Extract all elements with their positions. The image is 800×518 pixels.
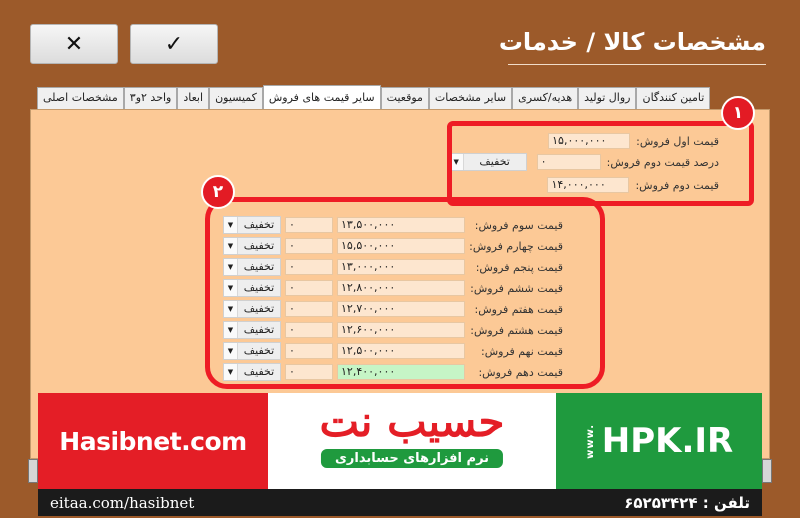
banner-logo-panel: حسیب نت نرم افزارهای حسابداری <box>268 393 556 489</box>
banner-hpk-panel: www. HPK.IR <box>556 393 762 489</box>
hasibnet-banner: Hasibnet.com حسیب نت نرم افزارهای حسابدا… <box>38 393 762 489</box>
tab-2[interactable]: ابعاد <box>177 87 210 109</box>
phone-number: تلفن : ۶۵۲۵۳۴۲۴ <box>624 493 750 512</box>
tab-0[interactable]: مشخصات اصلی <box>37 87 124 109</box>
tab-3[interactable]: کمیسیون <box>209 87 263 109</box>
scroll-handle-right[interactable] <box>762 459 772 483</box>
www-label: www. <box>584 423 596 459</box>
banner-site-text: Hasibnet.com <box>59 426 247 456</box>
tab-1[interactable]: واحد ۲و۳ <box>123 87 178 109</box>
tab-bar: مشخصات اصلی واحد ۲و۳ ابعاد کمیسیون سایر قیمت… <box>37 85 763 109</box>
toolbar: ✕ ✓ مشخصات کالا / خدمات <box>28 8 774 88</box>
tab-6[interactable]: سایر مشخصات <box>428 87 513 109</box>
page-title: مشخصات کالا / خدمات <box>498 28 766 56</box>
tab-8[interactable]: روال تولید <box>578 87 637 109</box>
highlight-box-1 <box>447 121 754 206</box>
tab-5[interactable]: موقعیت <box>380 87 429 109</box>
highlight-box-2 <box>205 197 605 389</box>
banner-site-panel: Hasibnet.com <box>38 393 268 489</box>
check-icon: ✓ <box>164 31 184 57</box>
step-badge-1: ۱ <box>721 96 755 130</box>
banner-hpk-text: HPK.IR <box>601 421 734 461</box>
title-divider <box>508 64 766 65</box>
cancel-button[interactable]: ✕ <box>30 24 118 64</box>
eitaa-link: eitaa.com/hasibnet <box>50 493 195 512</box>
confirm-button[interactable]: ✓ <box>130 24 218 64</box>
banner-slogan: نرم افزارهای حسابداری <box>320 449 504 468</box>
hasibnet-logo: حسیب نت <box>319 397 505 446</box>
close-icon: ✕ <box>64 31 84 57</box>
scroll-handle-left[interactable] <box>28 459 38 483</box>
banner-footer: eitaa.com/hasibnet تلفن : ۶۵۲۵۳۴۲۴ <box>38 489 762 516</box>
step-badge-2: ۲ <box>201 175 235 209</box>
tab-4[interactable]: سایر قیمت های فروش <box>262 85 381 109</box>
tab-7[interactable]: هدیه/کسری <box>512 87 579 109</box>
tab-9[interactable]: تامین کنندگان <box>636 87 711 109</box>
